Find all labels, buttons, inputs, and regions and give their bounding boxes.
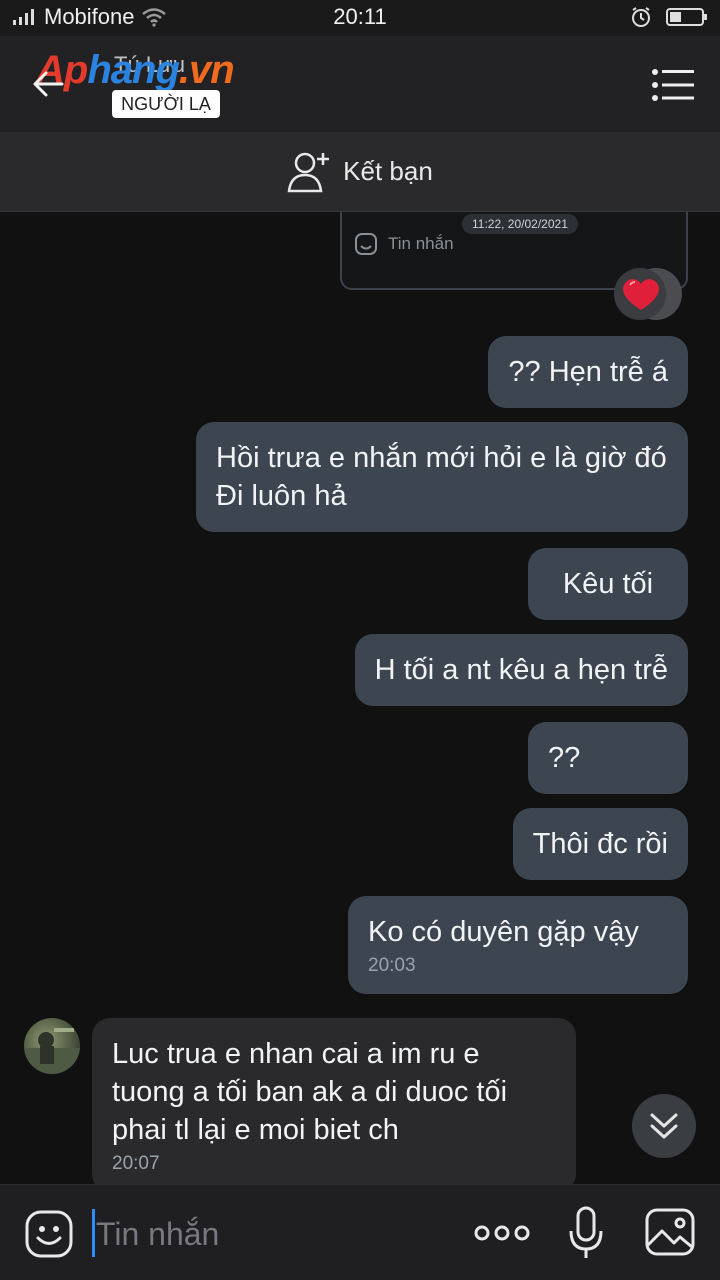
preview-timestamp: 11:22, 20/02/2021 xyxy=(462,214,578,234)
alarm-icon xyxy=(632,7,650,27)
avatar-image xyxy=(24,1028,80,1074)
heart-icon[interactable] xyxy=(612,266,684,322)
image-icon[interactable] xyxy=(644,1207,696,1257)
message-text: Thôi đc rồi xyxy=(532,828,668,860)
message-bubble-out[interactable]: ?? Hẹn trễ á xyxy=(488,336,688,408)
chat-header: Tú Lưu Aphang.vn NGƯỜI LẠ xyxy=(0,36,720,132)
message-text: ?? xyxy=(548,742,581,774)
avatar[interactable] xyxy=(24,1018,80,1074)
composer xyxy=(0,1184,720,1280)
message-input[interactable] xyxy=(96,1211,436,1257)
message-text: ?? Hẹn trễ á xyxy=(508,356,668,388)
preview-placeholder: Tin nhắn xyxy=(388,234,454,253)
double-chevron-down-icon xyxy=(650,1113,678,1139)
preview-emoji-icon xyxy=(355,233,377,255)
menu-icon[interactable] xyxy=(652,68,694,102)
more-options-icon[interactable] xyxy=(474,1221,530,1245)
message-list[interactable]: 11:22, 20/02/2021 Tin nhắn ?? Hẹn trễ á … xyxy=(0,212,720,1184)
message-text: H tối a nt kêu a hẹn trễ xyxy=(374,654,668,686)
message-bubble-out[interactable]: Hồi trưa e nhắn mới hỏi e là giờ đó Đi l… xyxy=(196,422,688,532)
message-time: 20:07 xyxy=(112,1153,160,1174)
message-bubble-out[interactable]: H tối a nt kêu a hẹn trễ xyxy=(354,634,688,706)
clock: 20:11 xyxy=(333,4,387,29)
message-text: Luc trua e nhan cai a im ru e tuong a tố… xyxy=(112,1038,508,1146)
microphone-icon[interactable] xyxy=(566,1205,606,1261)
message-bubble-in[interactable]: Luc trua e nhan cai a im ru e tuong a tố… xyxy=(92,1018,576,1184)
message-bubble-out[interactable]: ?? xyxy=(528,722,688,794)
message-text: Hồi trưa e nhắn mới hỏi e là giờ đó Đi l… xyxy=(216,442,667,512)
battery-icon xyxy=(666,8,707,26)
message-text: Ko có duyên gặp vậy xyxy=(368,916,639,948)
text-caret xyxy=(92,1209,95,1257)
add-friend-button[interactable]: Kết bạn xyxy=(0,132,720,212)
back-arrow-icon[interactable] xyxy=(28,64,68,104)
status-right xyxy=(630,6,708,28)
message-text: Kêu tối xyxy=(562,568,654,600)
stranger-badge: NGƯỜI LẠ xyxy=(112,90,220,118)
message-bubble-out[interactable]: Ko có duyên gặp vậy 20:03 xyxy=(348,896,688,994)
add-person-icon xyxy=(287,152,330,192)
add-friend-label: Kết bạn xyxy=(343,156,433,186)
message-bubble-out[interactable]: Thôi đc rồi xyxy=(512,808,688,880)
message-time: 20:03 xyxy=(368,955,416,976)
message-bubble-out[interactable]: Kêu tối xyxy=(528,548,688,620)
scroll-to-bottom-button[interactable] xyxy=(632,1094,696,1158)
emoji-icon[interactable] xyxy=(24,1209,74,1259)
status-bar: Mobifone 20:11 xyxy=(0,0,720,36)
